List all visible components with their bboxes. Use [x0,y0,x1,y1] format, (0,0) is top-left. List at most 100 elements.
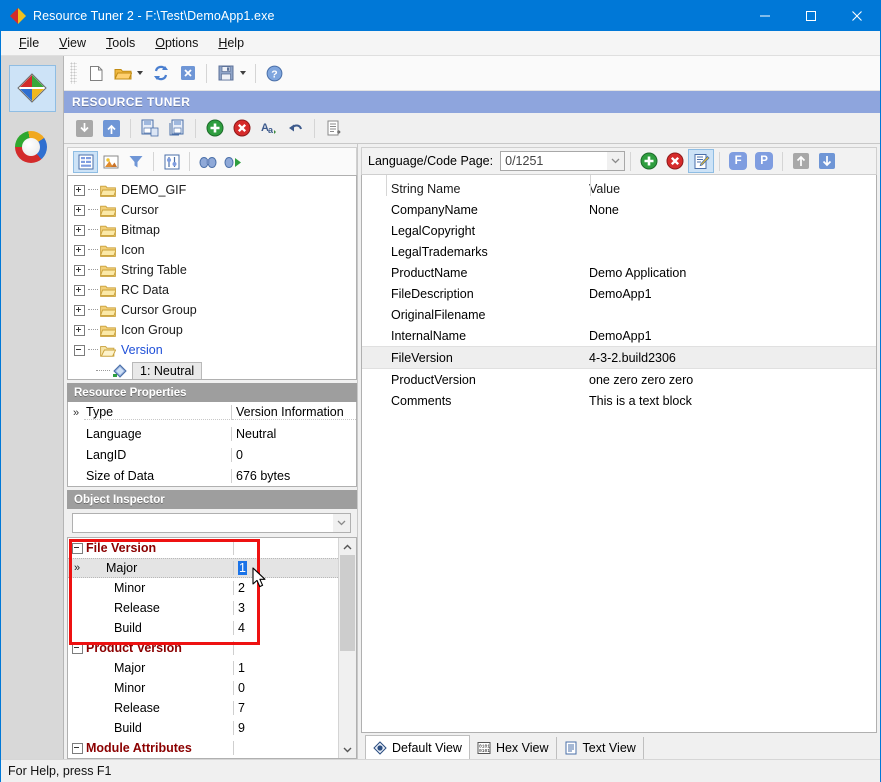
tree-node-icon[interactable]: Icon [68,240,356,260]
maximize-button[interactable] [788,1,834,31]
help-button[interactable]: ? [261,60,288,86]
menu-file[interactable]: File [9,33,49,53]
string-table-row[interactable]: LegalTrademarks [362,241,876,262]
expand-icon[interactable] [74,305,85,316]
open-file-button[interactable] [109,60,136,86]
row-value-cell[interactable]: 2 [234,581,338,595]
new-file-button[interactable] [82,60,109,86]
undo-button[interactable] [282,115,309,141]
object-inspector-scrollbar[interactable] [338,538,356,758]
object-inspector-row[interactable]: Minor2 [68,578,338,598]
row-value-cell[interactable]: 4 [234,621,338,635]
sliders-options-icon[interactable] [159,151,184,173]
object-inspector-row[interactable]: Build4 [68,618,338,638]
object-inspector-row[interactable]: Minor0 [68,678,338,698]
move-up-button[interactable] [788,149,814,173]
string-table-header[interactable]: String NameValue [362,178,876,199]
string-table-row[interactable]: InternalNameDemoApp1 [362,325,876,346]
menu-options[interactable]: Options [145,33,208,53]
open-file-dropdown-caret[interactable] [137,71,143,75]
property-row[interactable]: »TypeVersion Information [68,402,356,423]
duplicate-resource-button[interactable] [163,115,190,141]
tree-leaf-neutral[interactable]: 1: Neutral [68,360,356,380]
scroll-up-icon[interactable] [339,538,356,555]
object-inspector-row[interactable]: Major1 [68,658,338,678]
edit-string-button[interactable] [688,149,714,173]
scrollbar-thumb[interactable] [340,555,355,651]
delete-resource-button[interactable] [228,115,255,141]
collapse-icon[interactable] [74,345,85,356]
object-inspector-group-file-version[interactable]: File Version [68,538,338,558]
object-inspector-row[interactable]: Release3 [68,598,338,618]
object-inspector-grid[interactable]: File Version»Major1Minor2Release3Build4P… [67,537,357,759]
tree-node-cursor-group[interactable]: Cursor Group [68,300,356,320]
file-flags-button[interactable]: F [725,149,751,173]
string-table-row[interactable]: CommentsThis is a text block [362,390,876,411]
product-flags-button[interactable]: P [751,149,777,173]
collapse-icon[interactable] [72,743,83,754]
property-row[interactable]: LanguageNeutral [68,423,356,444]
export-down-button[interactable] [71,115,98,141]
import-up-button[interactable] [98,115,125,141]
save-button[interactable] [212,60,239,86]
tab-text-view[interactable]: Text View [557,737,644,759]
change-language-button[interactable]: Aa [255,115,282,141]
binoculars-next-icon[interactable] [220,151,245,173]
row-value-cell[interactable]: 9 [234,721,338,735]
tree-node-icon-group[interactable]: Icon Group [68,320,356,340]
rail-item-gauge-tool[interactable] [9,124,56,171]
string-table[interactable]: String NameValueCompanyNameNoneLegalCopy… [361,175,877,733]
object-inspector-row[interactable]: Build9 [68,718,338,738]
scroll-down-icon[interactable] [339,741,356,758]
row-value-cell[interactable]: 7 [234,701,338,715]
save-dropdown-caret[interactable] [240,71,246,75]
add-resource-button[interactable] [201,115,228,141]
object-inspector-row[interactable]: »Major1 [68,558,338,578]
expand-icon[interactable] [74,265,85,276]
rail-item-resource-tuner[interactable] [9,65,56,112]
tree-node-version[interactable]: Version [68,340,356,360]
string-table-row[interactable]: FileDescriptionDemoApp1 [362,283,876,304]
menu-view[interactable]: View [49,33,96,53]
string-table-row[interactable]: ProductNameDemo Application [362,262,876,283]
expand-icon[interactable] [74,225,85,236]
copy-resource-button[interactable] [136,115,163,141]
resource-tree[interactable]: DEMO_GIFCursorBitmapIconString TableRC D… [67,175,357,380]
tree-list-icon[interactable] [73,151,98,173]
collapse-icon[interactable] [72,643,83,654]
object-inspector-group-module-attributes[interactable]: Module Attributes [68,738,338,758]
toolbar-grip[interactable] [70,62,77,84]
minimize-button[interactable] [742,1,788,31]
string-table-row[interactable]: LegalCopyright [362,220,876,241]
binoculars-find-icon[interactable] [195,151,220,173]
close-button[interactable] [834,1,880,31]
object-inspector-row[interactable]: Release7 [68,698,338,718]
properties-button[interactable] [320,115,347,141]
tab-hex-view[interactable]: 01010101 Hex View [470,737,557,759]
chevron-down-icon[interactable] [333,514,350,532]
tab-default-view[interactable]: Default View [365,735,470,759]
delete-string-button[interactable] [662,149,688,173]
property-row[interactable]: Size of Data676 bytes [68,465,356,486]
add-string-button[interactable] [636,149,662,173]
row-value-cell[interactable]: 0 [234,681,338,695]
collapse-icon[interactable] [72,543,83,554]
menu-tools[interactable]: Tools [96,33,145,53]
row-value-cell[interactable]: 1 [234,661,338,675]
expand-icon[interactable] [74,325,85,336]
expand-icon[interactable] [74,285,85,296]
row-value-cell[interactable]: 1 [234,561,338,575]
tree-node-bitmap[interactable]: Bitmap [68,220,356,240]
object-inspector-combo[interactable] [72,513,351,533]
move-down-button[interactable] [814,149,840,173]
string-table-row[interactable]: OriginalFilename [362,304,876,325]
tree-node-demo-gif[interactable]: DEMO_GIF [68,180,356,200]
tree-node-cursor[interactable]: Cursor [68,200,356,220]
expand-icon[interactable] [74,205,85,216]
string-table-row[interactable]: ProductVersionone zero zero zero [362,369,876,390]
image-preview-icon[interactable] [98,151,123,173]
tree-node-rc-data[interactable]: RC Data [68,280,356,300]
reload-button[interactable] [147,60,174,86]
string-table-row[interactable]: CompanyNameNone [362,199,876,220]
language-codepage-select[interactable]: 0/1251 [500,151,625,171]
